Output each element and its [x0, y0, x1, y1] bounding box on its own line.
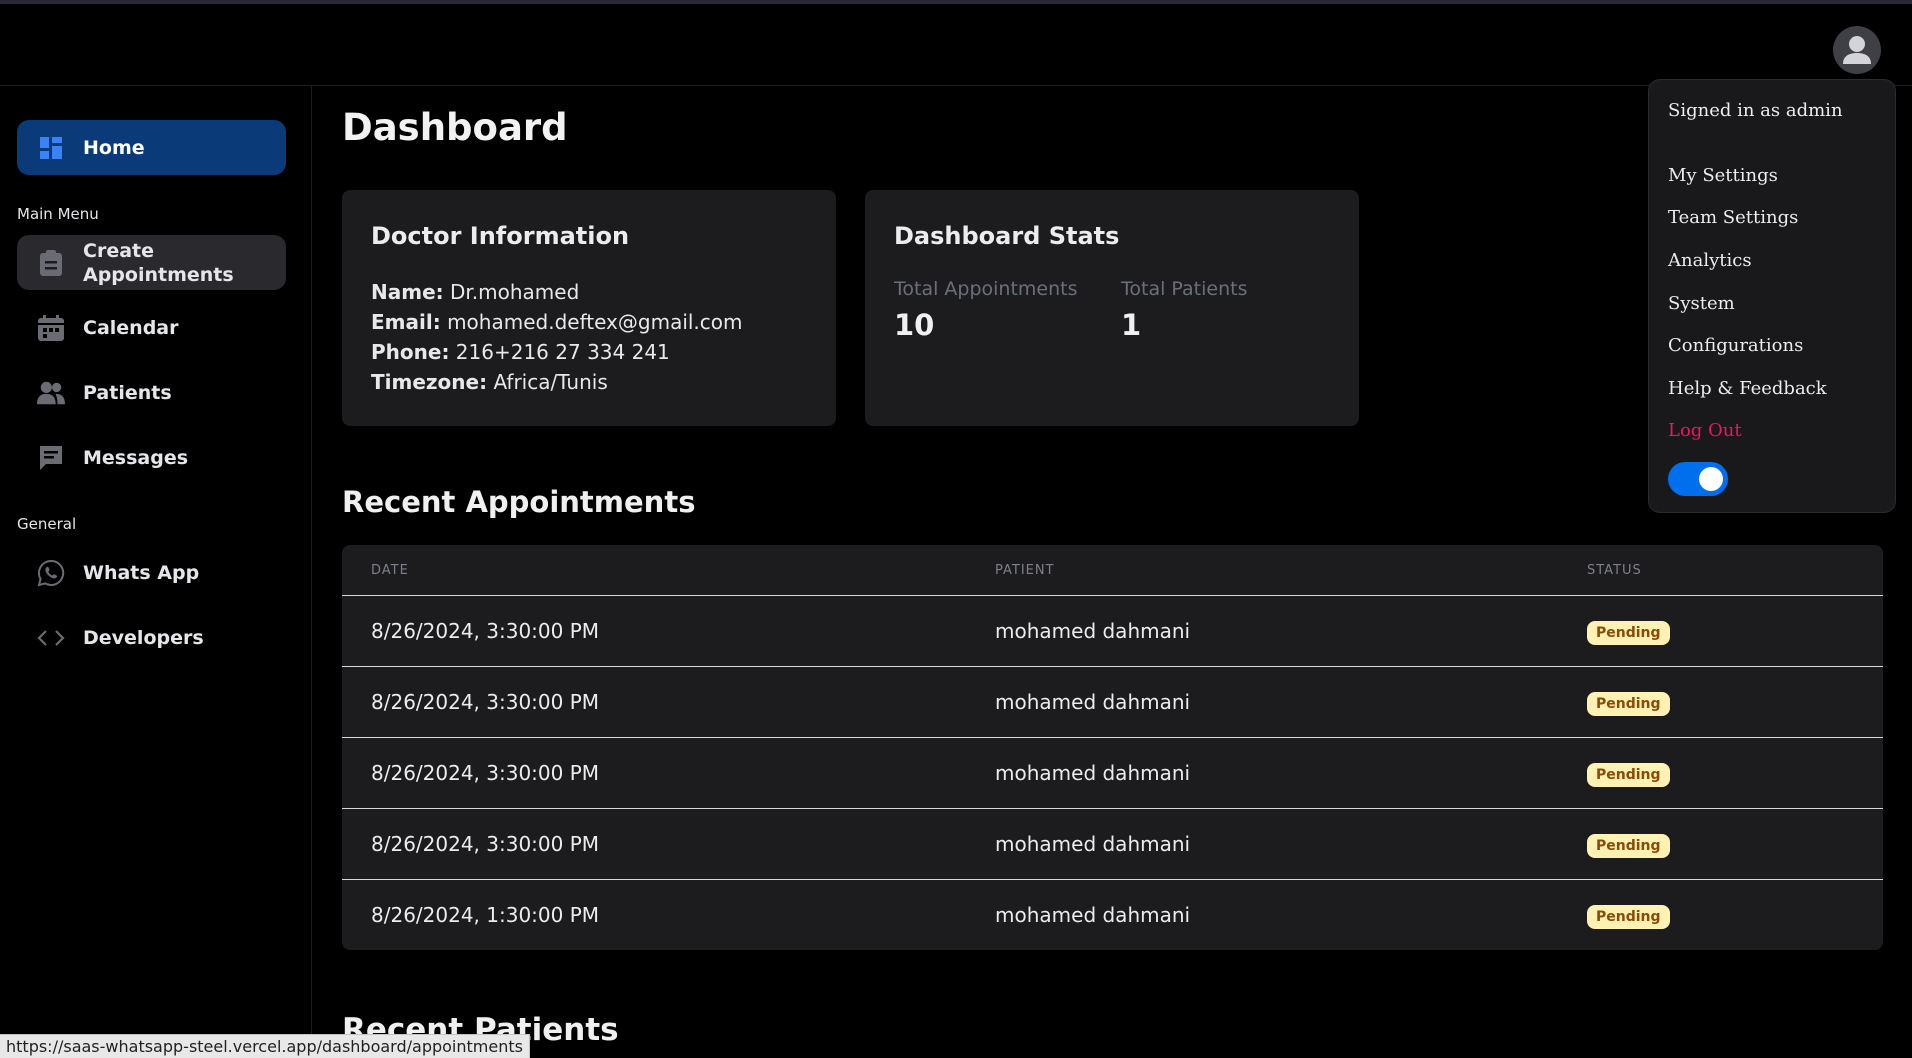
- menu-item-my-settings[interactable]: My Settings: [1668, 165, 1778, 186]
- menu-item-system[interactable]: System: [1668, 293, 1735, 314]
- table-row[interactable]: 8/26/2024, 3:30:00 PM mohamed dahmani Pe…: [342, 667, 1883, 738]
- sidebar-item-home[interactable]: Home: [17, 120, 286, 175]
- doctor-timezone: Timezone: Africa/Tunis: [371, 370, 608, 394]
- sidebar-item-create-appointments[interactable]: Create Appointments: [17, 235, 286, 290]
- menu-item-log-out[interactable]: Log Out: [1668, 420, 1742, 441]
- theme-toggle[interactable]: [1668, 462, 1728, 496]
- total-patients-value: 1: [1121, 308, 1142, 342]
- appointment-date: 8/26/2024, 3:30:00 PM: [371, 619, 600, 643]
- appointment-patient: mohamed dahmani: [995, 761, 1191, 785]
- sidebar-item-label: Patients: [83, 381, 172, 404]
- sidebar-item-whatsapp[interactable]: Whats App: [17, 545, 286, 600]
- user-icon: [1843, 36, 1871, 64]
- user-dropdown-menu: Signed in as admin My Settings Team Sett…: [1648, 79, 1896, 513]
- sidebar-item-label: Create Appointments: [83, 239, 234, 286]
- sidebar: Home Main Menu Create Appointments Calen…: [0, 86, 312, 1058]
- sidebar-item-developers[interactable]: Developers: [17, 610, 286, 665]
- card-title: Dashboard Stats: [894, 222, 1120, 250]
- table-row[interactable]: 8/26/2024, 3:30:00 PM mohamed dahmani Pe…: [342, 809, 1883, 880]
- menu-item-analytics[interactable]: Analytics: [1668, 250, 1752, 271]
- table-header: DATE PATIENT STATUS: [342, 545, 1883, 596]
- table-row[interactable]: 8/26/2024, 1:30:00 PM mohamed dahmani Pe…: [342, 880, 1883, 950]
- user-avatar[interactable]: [1833, 26, 1881, 74]
- table-row[interactable]: 8/26/2024, 3:30:00 PM mohamed dahmani Pe…: [342, 596, 1883, 667]
- sidebar-item-label: Developers: [83, 626, 204, 649]
- top-navbar: [0, 4, 1912, 86]
- sidebar-item-label: Home: [83, 136, 145, 159]
- signed-in-as-label: Signed in as admin: [1668, 100, 1843, 121]
- appointment-date: 8/26/2024, 3:30:00 PM: [371, 690, 600, 714]
- recent-appointments-title: Recent Appointments: [342, 485, 696, 519]
- calendar-icon: [37, 314, 65, 342]
- appointment-date: 8/26/2024, 1:30:00 PM: [371, 903, 600, 927]
- sidebar-item-calendar[interactable]: Calendar: [17, 300, 286, 355]
- sidebar-item-patients[interactable]: Patients: [17, 365, 286, 420]
- status-badge: Pending: [1587, 621, 1670, 645]
- appointment-patient: mohamed dahmani: [995, 832, 1191, 856]
- doctor-email: Email: mohamed.deftex@gmail.com: [371, 310, 743, 334]
- card-title: Doctor Information: [371, 222, 630, 250]
- total-patients-label: Total Patients: [1121, 278, 1248, 300]
- column-header-status[interactable]: STATUS: [1587, 563, 1642, 578]
- sidebar-item-label: Whats App: [83, 561, 200, 584]
- appointment-patient: mohamed dahmani: [995, 690, 1191, 714]
- appointment-patient: mohamed dahmani: [995, 903, 1191, 927]
- appointments-table: DATE PATIENT STATUS 8/26/2024, 3:30:00 P…: [342, 545, 1883, 950]
- browser-status-url: https://saas-whatsapp-steel.vercel.app/d…: [0, 1034, 530, 1058]
- column-header-date[interactable]: DATE: [371, 563, 409, 578]
- status-badge: Pending: [1587, 763, 1670, 787]
- column-header-patient[interactable]: PATIENT: [995, 563, 1055, 578]
- toggle-knob: [1699, 467, 1723, 491]
- appointment-date: 8/26/2024, 3:30:00 PM: [371, 761, 600, 785]
- menu-item-help-feedback[interactable]: Help & Feedback: [1668, 378, 1827, 399]
- table-row[interactable]: 8/26/2024, 3:30:00 PM mohamed dahmani Pe…: [342, 738, 1883, 809]
- general-heading: General: [17, 515, 77, 533]
- total-appointments-label: Total Appointments: [894, 278, 1078, 300]
- clipboard-icon: [37, 249, 65, 277]
- users-icon: [37, 379, 65, 407]
- message-icon: [37, 444, 65, 472]
- appointment-patient: mohamed dahmani: [995, 619, 1191, 643]
- doctor-phone: Phone: 216+216 27 334 241: [371, 340, 670, 364]
- status-badge: Pending: [1587, 834, 1670, 858]
- sidebar-item-label: Calendar: [83, 316, 179, 339]
- code-icon: [37, 624, 65, 652]
- appointment-date: 8/26/2024, 3:30:00 PM: [371, 832, 600, 856]
- doctor-name: Name: Dr.mohamed: [371, 280, 580, 304]
- sidebar-item-label: Messages: [83, 446, 189, 469]
- menu-item-team-settings[interactable]: Team Settings: [1668, 207, 1798, 228]
- menu-item-configurations[interactable]: Configurations: [1668, 335, 1803, 356]
- doctor-info-card: Doctor Information Name: Dr.mohamed Emai…: [342, 190, 836, 426]
- page-title: Dashboard: [342, 106, 568, 149]
- status-badge: Pending: [1587, 905, 1670, 929]
- total-appointments-value: 10: [894, 308, 935, 342]
- status-badge: Pending: [1587, 692, 1670, 716]
- dashboard-grid-icon: [37, 134, 65, 162]
- dashboard-stats-card: Dashboard Stats Total Appointments 10 To…: [865, 190, 1359, 426]
- main-menu-heading: Main Menu: [17, 205, 99, 223]
- sidebar-item-messages[interactable]: Messages: [17, 430, 286, 485]
- whatsapp-icon: [37, 559, 65, 587]
